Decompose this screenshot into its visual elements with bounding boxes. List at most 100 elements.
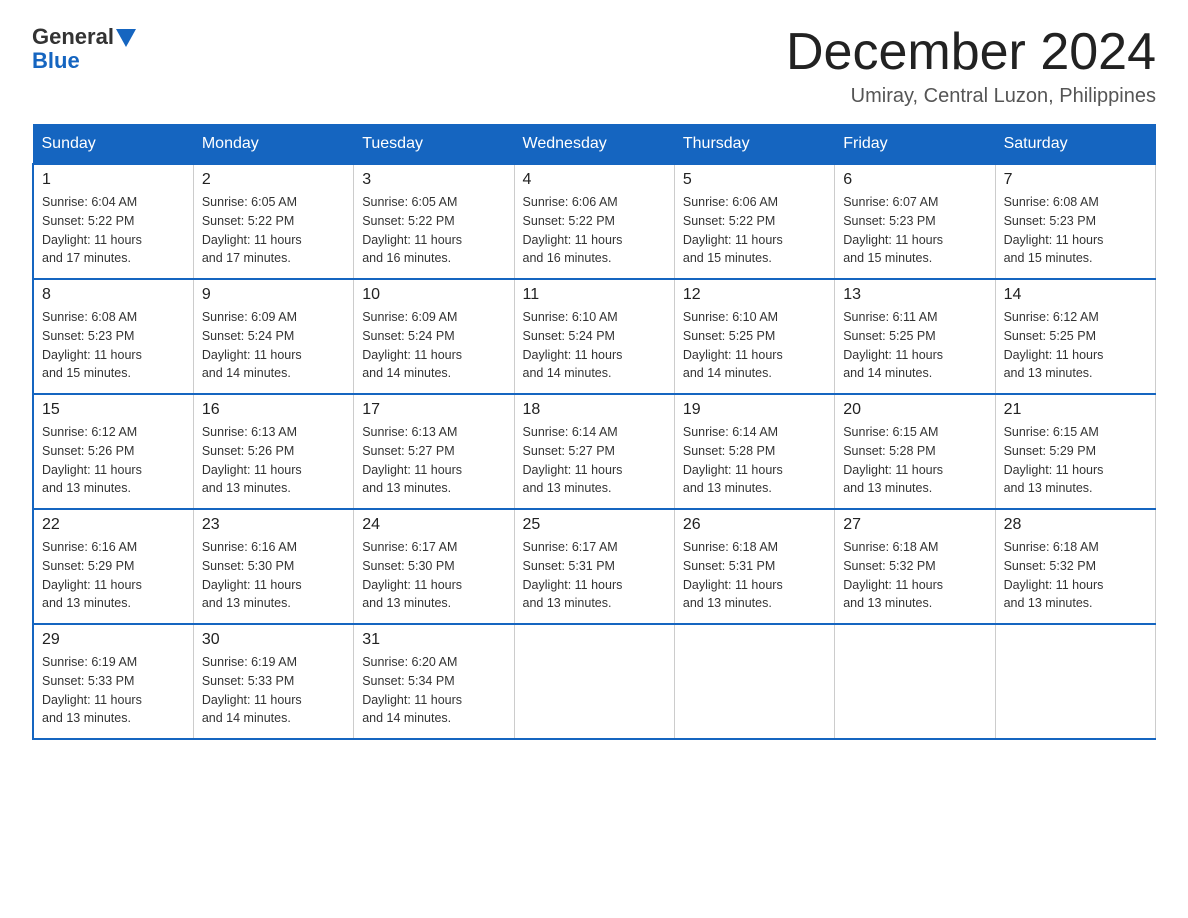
day-info: Sunrise: 6:18 AMSunset: 5:32 PMDaylight:… xyxy=(1004,538,1147,613)
day-number: 9 xyxy=(202,286,345,304)
page-header: General Blue December 2024 Umiray, Centr… xyxy=(32,24,1156,108)
day-info: Sunrise: 6:11 AMSunset: 5:25 PMDaylight:… xyxy=(843,308,986,383)
day-info: Sunrise: 6:07 AMSunset: 5:23 PMDaylight:… xyxy=(843,193,986,268)
day-info: Sunrise: 6:10 AMSunset: 5:25 PMDaylight:… xyxy=(683,308,826,383)
day-number: 11 xyxy=(523,286,666,304)
day-info: Sunrise: 6:12 AMSunset: 5:25 PMDaylight:… xyxy=(1004,308,1147,383)
calendar-cell: 30 Sunrise: 6:19 AMSunset: 5:33 PMDaylig… xyxy=(193,624,353,739)
header-friday: Friday xyxy=(835,125,995,165)
calendar-cell: 27 Sunrise: 6:18 AMSunset: 5:32 PMDaylig… xyxy=(835,509,995,624)
week-row-2: 8 Sunrise: 6:08 AMSunset: 5:23 PMDayligh… xyxy=(33,279,1156,394)
calendar-cell: 2 Sunrise: 6:05 AMSunset: 5:22 PMDayligh… xyxy=(193,164,353,279)
calendar-cell: 3 Sunrise: 6:05 AMSunset: 5:22 PMDayligh… xyxy=(354,164,514,279)
calendar-cell xyxy=(835,624,995,739)
day-info: Sunrise: 6:15 AMSunset: 5:28 PMDaylight:… xyxy=(843,423,986,498)
calendar-cell: 8 Sunrise: 6:08 AMSunset: 5:23 PMDayligh… xyxy=(33,279,193,394)
week-row-4: 22 Sunrise: 6:16 AMSunset: 5:29 PMDaylig… xyxy=(33,509,1156,624)
day-number: 26 xyxy=(683,516,826,534)
calendar-cell: 14 Sunrise: 6:12 AMSunset: 5:25 PMDaylig… xyxy=(995,279,1155,394)
calendar-cell: 9 Sunrise: 6:09 AMSunset: 5:24 PMDayligh… xyxy=(193,279,353,394)
day-info: Sunrise: 6:05 AMSunset: 5:22 PMDaylight:… xyxy=(202,193,345,268)
calendar-cell: 6 Sunrise: 6:07 AMSunset: 5:23 PMDayligh… xyxy=(835,164,995,279)
calendar-cell: 11 Sunrise: 6:10 AMSunset: 5:24 PMDaylig… xyxy=(514,279,674,394)
day-number: 2 xyxy=(202,171,345,189)
calendar-cell: 1 Sunrise: 6:04 AMSunset: 5:22 PMDayligh… xyxy=(33,164,193,279)
day-info: Sunrise: 6:19 AMSunset: 5:33 PMDaylight:… xyxy=(42,653,185,728)
day-number: 17 xyxy=(362,401,505,419)
header-tuesday: Tuesday xyxy=(354,125,514,165)
day-number: 18 xyxy=(523,401,666,419)
calendar-cell: 20 Sunrise: 6:15 AMSunset: 5:28 PMDaylig… xyxy=(835,394,995,509)
day-number: 21 xyxy=(1004,401,1147,419)
day-info: Sunrise: 6:09 AMSunset: 5:24 PMDaylight:… xyxy=(362,308,505,383)
calendar-cell: 21 Sunrise: 6:15 AMSunset: 5:29 PMDaylig… xyxy=(995,394,1155,509)
day-number: 7 xyxy=(1004,171,1147,189)
day-info: Sunrise: 6:20 AMSunset: 5:34 PMDaylight:… xyxy=(362,653,505,728)
day-info: Sunrise: 6:09 AMSunset: 5:24 PMDaylight:… xyxy=(202,308,345,383)
day-number: 19 xyxy=(683,401,826,419)
day-info: Sunrise: 6:04 AMSunset: 5:22 PMDaylight:… xyxy=(42,193,185,268)
header-wednesday: Wednesday xyxy=(514,125,674,165)
logo-arrow-icon xyxy=(116,29,136,47)
logo-general: General xyxy=(32,24,114,50)
header-thursday: Thursday xyxy=(674,125,834,165)
calendar-cell: 12 Sunrise: 6:10 AMSunset: 5:25 PMDaylig… xyxy=(674,279,834,394)
day-number: 8 xyxy=(42,286,185,304)
day-number: 4 xyxy=(523,171,666,189)
day-info: Sunrise: 6:18 AMSunset: 5:31 PMDaylight:… xyxy=(683,538,826,613)
week-row-1: 1 Sunrise: 6:04 AMSunset: 5:22 PMDayligh… xyxy=(33,164,1156,279)
day-number: 25 xyxy=(523,516,666,534)
week-row-3: 15 Sunrise: 6:12 AMSunset: 5:26 PMDaylig… xyxy=(33,394,1156,509)
header-saturday: Saturday xyxy=(995,125,1155,165)
calendar-cell: 24 Sunrise: 6:17 AMSunset: 5:30 PMDaylig… xyxy=(354,509,514,624)
calendar-cell: 5 Sunrise: 6:06 AMSunset: 5:22 PMDayligh… xyxy=(674,164,834,279)
calendar-cell: 22 Sunrise: 6:16 AMSunset: 5:29 PMDaylig… xyxy=(33,509,193,624)
day-info: Sunrise: 6:10 AMSunset: 5:24 PMDaylight:… xyxy=(523,308,666,383)
calendar-cell: 19 Sunrise: 6:14 AMSunset: 5:28 PMDaylig… xyxy=(674,394,834,509)
day-info: Sunrise: 6:06 AMSunset: 5:22 PMDaylight:… xyxy=(523,193,666,268)
calendar-cell xyxy=(674,624,834,739)
calendar-cell: 29 Sunrise: 6:19 AMSunset: 5:33 PMDaylig… xyxy=(33,624,193,739)
day-number: 23 xyxy=(202,516,345,534)
day-number: 24 xyxy=(362,516,505,534)
calendar-cell: 17 Sunrise: 6:13 AMSunset: 5:27 PMDaylig… xyxy=(354,394,514,509)
day-info: Sunrise: 6:15 AMSunset: 5:29 PMDaylight:… xyxy=(1004,423,1147,498)
day-number: 30 xyxy=(202,631,345,649)
calendar-table: SundayMondayTuesdayWednesdayThursdayFrid… xyxy=(32,124,1156,740)
calendar-cell xyxy=(995,624,1155,739)
day-info: Sunrise: 6:19 AMSunset: 5:33 PMDaylight:… xyxy=(202,653,345,728)
calendar-cell xyxy=(514,624,674,739)
day-number: 31 xyxy=(362,631,505,649)
logo-text: General xyxy=(32,24,136,50)
day-info: Sunrise: 6:08 AMSunset: 5:23 PMDaylight:… xyxy=(42,308,185,383)
day-info: Sunrise: 6:13 AMSunset: 5:26 PMDaylight:… xyxy=(202,423,345,498)
day-info: Sunrise: 6:14 AMSunset: 5:27 PMDaylight:… xyxy=(523,423,666,498)
logo: General Blue xyxy=(32,24,136,74)
title-block: December 2024 Umiray, Central Luzon, Phi… xyxy=(786,24,1156,108)
calendar-cell: 7 Sunrise: 6:08 AMSunset: 5:23 PMDayligh… xyxy=(995,164,1155,279)
day-number: 15 xyxy=(42,401,185,419)
day-info: Sunrise: 6:18 AMSunset: 5:32 PMDaylight:… xyxy=(843,538,986,613)
calendar-cell: 26 Sunrise: 6:18 AMSunset: 5:31 PMDaylig… xyxy=(674,509,834,624)
calendar-cell: 28 Sunrise: 6:18 AMSunset: 5:32 PMDaylig… xyxy=(995,509,1155,624)
day-number: 13 xyxy=(843,286,986,304)
day-info: Sunrise: 6:16 AMSunset: 5:30 PMDaylight:… xyxy=(202,538,345,613)
day-number: 16 xyxy=(202,401,345,419)
weekday-header-row: SundayMondayTuesdayWednesdayThursdayFrid… xyxy=(33,125,1156,165)
calendar-cell: 13 Sunrise: 6:11 AMSunset: 5:25 PMDaylig… xyxy=(835,279,995,394)
calendar-cell: 16 Sunrise: 6:13 AMSunset: 5:26 PMDaylig… xyxy=(193,394,353,509)
day-info: Sunrise: 6:13 AMSunset: 5:27 PMDaylight:… xyxy=(362,423,505,498)
day-number: 20 xyxy=(843,401,986,419)
calendar-cell: 10 Sunrise: 6:09 AMSunset: 5:24 PMDaylig… xyxy=(354,279,514,394)
day-number: 6 xyxy=(843,171,986,189)
calendar-cell: 25 Sunrise: 6:17 AMSunset: 5:31 PMDaylig… xyxy=(514,509,674,624)
day-number: 12 xyxy=(683,286,826,304)
day-number: 5 xyxy=(683,171,826,189)
day-number: 14 xyxy=(1004,286,1147,304)
day-number: 28 xyxy=(1004,516,1147,534)
day-number: 10 xyxy=(362,286,505,304)
day-info: Sunrise: 6:17 AMSunset: 5:30 PMDaylight:… xyxy=(362,538,505,613)
day-info: Sunrise: 6:05 AMSunset: 5:22 PMDaylight:… xyxy=(362,193,505,268)
month-title: December 2024 xyxy=(786,24,1156,81)
day-number: 29 xyxy=(42,631,185,649)
